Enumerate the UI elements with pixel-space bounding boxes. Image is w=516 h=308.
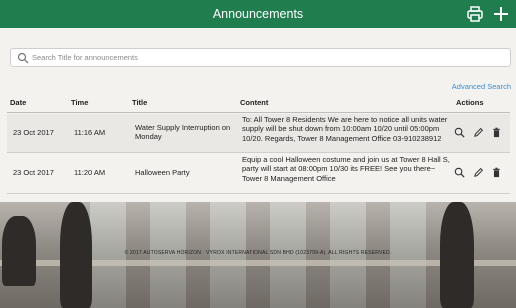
- column-header-title: Title: [132, 98, 148, 107]
- delete-icon[interactable]: [491, 167, 502, 178]
- cell-content: Equip a cool Halloween costume and join …: [242, 155, 450, 183]
- edit-icon[interactable]: [473, 127, 484, 138]
- edit-icon[interactable]: [473, 167, 484, 178]
- cell-date: 23 Oct 2017: [13, 168, 54, 177]
- cell-content: To: All Tower 8 Residents We are here to…: [242, 115, 448, 143]
- page-title: Announcements: [212, 7, 304, 21]
- column-header-date: Date: [10, 98, 27, 107]
- cell-date: 23 Oct 2017: [13, 128, 54, 137]
- cell-time: 11:16 AM: [74, 128, 106, 137]
- column-header-content: Content: [240, 98, 269, 107]
- column-header-time: Time: [71, 98, 89, 107]
- table-header: Date Time Title Content Actions: [0, 96, 516, 112]
- plus-icon[interactable]: [492, 5, 510, 23]
- view-icon[interactable]: [454, 167, 465, 178]
- cell-title: Halloween Party: [135, 168, 190, 177]
- table-row: 23 Oct 2017 11:20 AM Halloween Party Equ…: [7, 153, 510, 194]
- cell-title: Water Supply Interruption on Monday: [135, 123, 231, 142]
- table-row: 23 Oct 2017 11:16 AM Water Supply Interr…: [7, 114, 510, 153]
- header-divider: [7, 112, 510, 113]
- copyright-footer: © 2017 AUTOSERVA HORIZON · VYROX INTERNA…: [124, 250, 392, 256]
- app-header: Announcements: [0, 0, 516, 28]
- printer-icon[interactable]: [466, 5, 484, 23]
- view-icon[interactable]: [454, 127, 465, 138]
- search-box[interactable]: [10, 48, 511, 67]
- column-header-actions: Actions: [456, 98, 484, 107]
- search-input[interactable]: [32, 50, 502, 65]
- delete-icon[interactable]: [491, 127, 502, 138]
- announcements-panel: Advanced Search Date Time Title Content …: [0, 28, 516, 202]
- advanced-search-link[interactable]: Advanced Search: [452, 82, 511, 91]
- search-icon: [17, 52, 29, 64]
- cell-time: 11:20 AM: [74, 168, 106, 177]
